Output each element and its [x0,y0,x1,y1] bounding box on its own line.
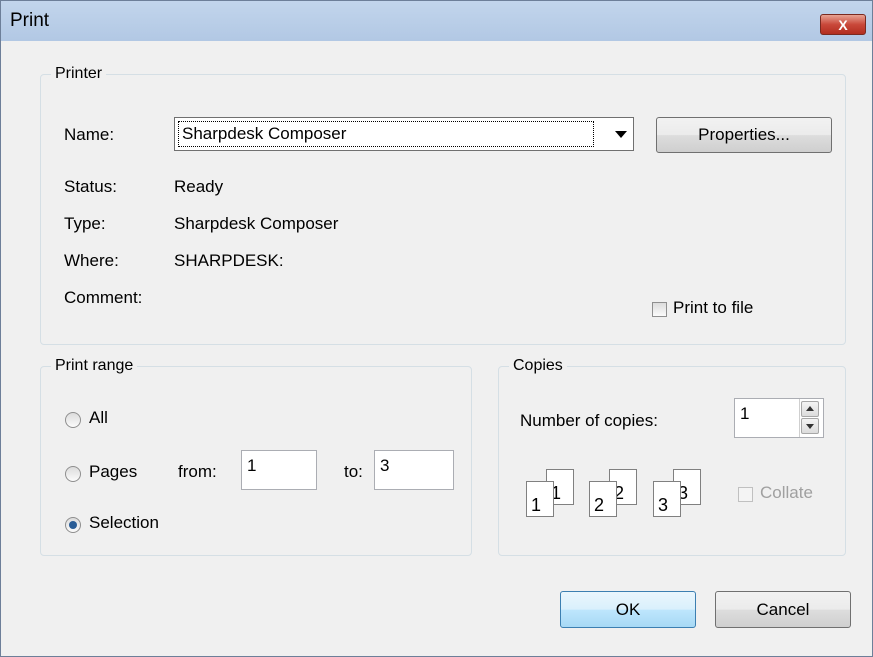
to-value: 3 [380,456,390,475]
dropdown-arrow-icon[interactable] [615,131,627,138]
to-input[interactable]: 3 [374,450,454,490]
where-value: SHARPDESK: [174,251,284,270]
dialog-title: Print [10,10,50,31]
copies-group: Copies [498,357,846,556]
copies-group-label: Copies [513,357,563,374]
from-label: from: [178,462,217,481]
name-label: Name: [64,125,115,144]
collate-checkbox[interactable] [738,487,753,502]
type-label: Type: [64,214,106,233]
page-icon: 3 [653,481,681,517]
page-icon: 2 [589,481,617,517]
where-label: Where: [64,251,119,270]
copies-stepper[interactable]: 1 [734,398,824,438]
spin-up-icon[interactable] [801,401,819,417]
radio-pages[interactable] [65,466,81,482]
ok-button[interactable]: OK [560,591,696,628]
number-of-copies-label: Number of copies: [520,411,658,430]
to-label: to: [344,462,363,481]
cancel-button[interactable]: Cancel [715,591,851,628]
radio-all-label[interactable]: All [89,408,108,428]
status-value: Ready [174,177,224,196]
printer-name-select[interactable]: Sharpdesk Composer [174,117,634,151]
from-input[interactable]: 1 [241,450,317,490]
radio-selection[interactable] [65,517,81,533]
collate-label: Collate [760,483,813,502]
print-to-file-label[interactable]: Print to file [673,298,753,318]
printer-group-label: Printer [55,65,103,82]
radio-pages-label[interactable]: Pages [89,462,137,482]
copies-spin[interactable] [799,399,821,437]
radio-selection-label[interactable]: Selection [89,513,159,533]
print-dialog: Print X Printer Name: Sharpdesk Composer… [0,0,873,657]
print-to-file-checkbox[interactable] [652,302,667,317]
close-icon: X [838,17,848,33]
properties-button[interactable]: Properties... [656,117,832,153]
from-value: 1 [247,456,257,475]
dialog-body: Printer Name: Sharpdesk Composer Propert… [9,41,864,649]
print-range-group-label: Print range [55,357,134,374]
status-label: Status: [64,177,117,196]
close-button[interactable]: X [820,14,866,35]
copies-value: 1 [740,404,750,423]
radio-all[interactable] [65,412,81,428]
spin-down-icon[interactable] [801,418,819,434]
page-icon: 1 [526,481,554,517]
comment-label: Comment: [64,288,143,307]
title-bar[interactable]: Print X [1,1,872,41]
printer-name-value: Sharpdesk Composer [182,124,347,143]
type-value: Sharpdesk Composer [174,214,339,233]
